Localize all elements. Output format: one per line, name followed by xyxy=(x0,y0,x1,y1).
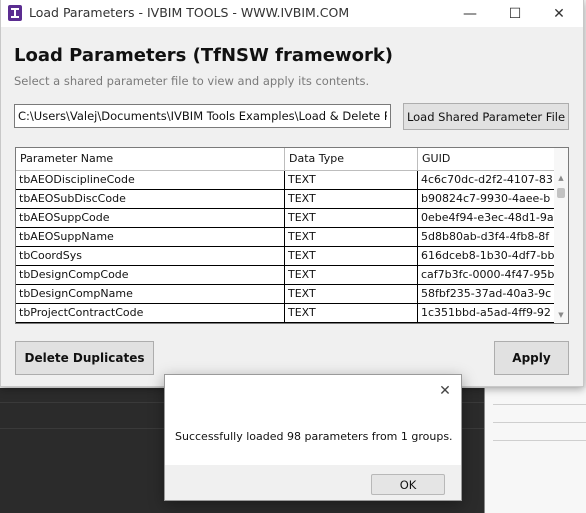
minimize-icon: — xyxy=(463,5,477,22)
grid-body: tbAEODisciplineCode TEXT 4c6c70dc-d2f2-4… xyxy=(16,171,554,323)
background-divider xyxy=(493,440,586,441)
scroll-thumb[interactable] xyxy=(557,188,565,198)
window-title: Load Parameters - IVBIM TOOLS - WWW.IVBI… xyxy=(29,5,350,20)
dialog-message: Successfully loaded 98 parameters from 1… xyxy=(175,430,453,443)
guid-cell: 1c351bbd-a5ad-4ff9-92 xyxy=(421,306,551,319)
table-row[interactable]: tbProjectContractCode TEXT 1c351bbd-a5ad… xyxy=(16,304,554,323)
data-type-cell: TEXT xyxy=(285,209,418,227)
table-row[interactable]: tbCoordSys TEXT 616dceb8-1b30-4df7-bb xyxy=(16,247,554,266)
table-row[interactable]: tbDesignCompName TEXT 58fbf235-37ad-40a3… xyxy=(16,285,554,304)
data-type-cell: TEXT xyxy=(285,190,418,208)
data-type-cell: TEXT xyxy=(285,285,418,303)
guid-cell: b90824c7-9930-4aee-b xyxy=(421,192,551,205)
page-title: Load Parameters (TfNSW framework) xyxy=(14,45,394,66)
background-side-panel xyxy=(484,388,586,513)
grid-header: Parameter Name Data Type GUID xyxy=(16,148,554,171)
close-icon: ✕ xyxy=(553,5,565,22)
vertical-scrollbar[interactable]: ▲ ▼ xyxy=(554,148,568,323)
close-button[interactable]: ✕ xyxy=(542,0,576,27)
guid-cell: 4c6c70dc-d2f2-4107-83 xyxy=(421,173,553,186)
load-parameters-window: Load Parameters - IVBIM TOOLS - WWW.IVBI… xyxy=(0,0,584,387)
parameter-name-cell: tbCoordSys xyxy=(16,247,285,265)
dialog-footer: OK xyxy=(165,465,461,500)
ok-button[interactable]: OK xyxy=(371,474,445,495)
title-bar[interactable]: Load Parameters - IVBIM TOOLS - WWW.IVBI… xyxy=(1,0,583,27)
delete-duplicates-button[interactable]: Delete Duplicates xyxy=(15,341,154,375)
table-row[interactable]: tbDesignCompCode TEXT caf7b3fc-0000-4f47… xyxy=(16,266,554,285)
parameter-name-cell: tbAEODisciplineCode xyxy=(16,171,285,189)
dialog-close-button[interactable]: ✕ xyxy=(435,381,455,401)
column-header-guid[interactable]: GUID xyxy=(418,148,554,170)
minimize-button[interactable]: — xyxy=(453,0,487,27)
column-header-parameter-name[interactable]: Parameter Name xyxy=(16,148,285,170)
column-header-data-type[interactable]: Data Type xyxy=(285,148,418,170)
scroll-up-icon[interactable]: ▲ xyxy=(554,172,568,184)
guid-cell: 5d8b80ab-d3f4-4fb8-8f xyxy=(421,230,550,243)
table-row[interactable]: tbAEODisciplineCode TEXT 4c6c70dc-d2f2-4… xyxy=(16,171,554,190)
message-dialog: ✕ Successfully loaded 98 parameters from… xyxy=(164,374,462,501)
parameter-name-cell: tbAEOSuppCode xyxy=(16,209,285,227)
close-icon: ✕ xyxy=(439,383,451,399)
background-divider xyxy=(493,422,586,423)
parameter-name-cell: tbDesignCompCode xyxy=(16,266,285,284)
guid-cell: 58fbf235-37ad-40a3-9c xyxy=(421,287,552,300)
data-type-cell: TEXT xyxy=(285,171,418,189)
data-type-cell: TEXT xyxy=(285,228,418,246)
data-type-cell: TEXT xyxy=(285,304,418,322)
data-type-cell: TEXT xyxy=(285,266,418,284)
guid-cell: 0ebe4f94-e3ec-48d1-9a xyxy=(421,211,554,224)
guid-cell: caf7b3fc-0000-4f47-95b xyxy=(421,268,554,281)
app-icon xyxy=(8,5,22,21)
table-row[interactable]: tbAEOSuppCode TEXT 0ebe4f94-e3ec-48d1-9a xyxy=(16,209,554,228)
maximize-icon: ☐ xyxy=(508,5,522,22)
table-row[interactable]: tbAEOSuppName TEXT 5d8b80ab-d3f4-4fb8-8f xyxy=(16,228,554,247)
parameter-name-cell: tbAEOSubDiscCode xyxy=(16,190,285,208)
parameter-name-cell: tbDesignCompName xyxy=(16,285,285,303)
parameter-name-cell: tbProjectContractCode xyxy=(16,304,285,322)
page-subtitle: Select a shared parameter file to view a… xyxy=(14,74,370,88)
background-divider xyxy=(493,404,586,405)
load-shared-parameter-file-button[interactable]: Load Shared Parameter File xyxy=(403,103,569,130)
scroll-down-icon[interactable]: ▼ xyxy=(554,309,568,321)
apply-button[interactable]: Apply xyxy=(494,341,569,375)
maximize-button[interactable]: ☐ xyxy=(498,0,532,27)
data-type-cell: TEXT xyxy=(285,247,418,265)
parameter-name-cell: tbAEOSuppName xyxy=(16,228,285,246)
parameters-grid[interactable]: Parameter Name Data Type GUID tbAEODisci… xyxy=(15,147,569,324)
table-row[interactable]: tbAEOSubDiscCode TEXT b90824c7-9930-4aee… xyxy=(16,190,554,209)
file-path-input[interactable] xyxy=(14,104,391,128)
guid-cell: 616dceb8-1b30-4df7-bb xyxy=(421,249,554,262)
